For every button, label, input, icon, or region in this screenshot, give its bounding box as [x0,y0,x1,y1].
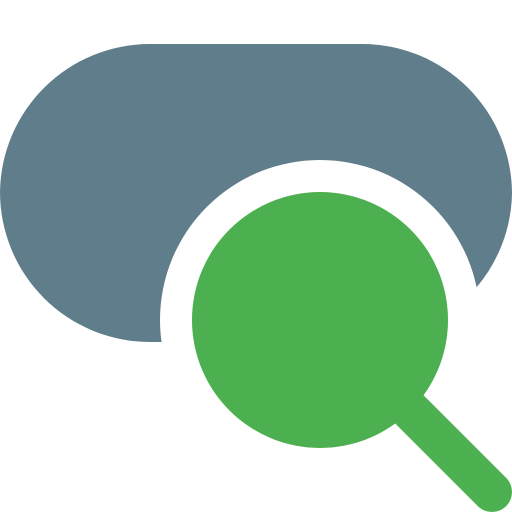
toggle-search-icon [0,43,512,512]
magnifier-lens [192,192,448,448]
icon-canvas [0,0,512,512]
